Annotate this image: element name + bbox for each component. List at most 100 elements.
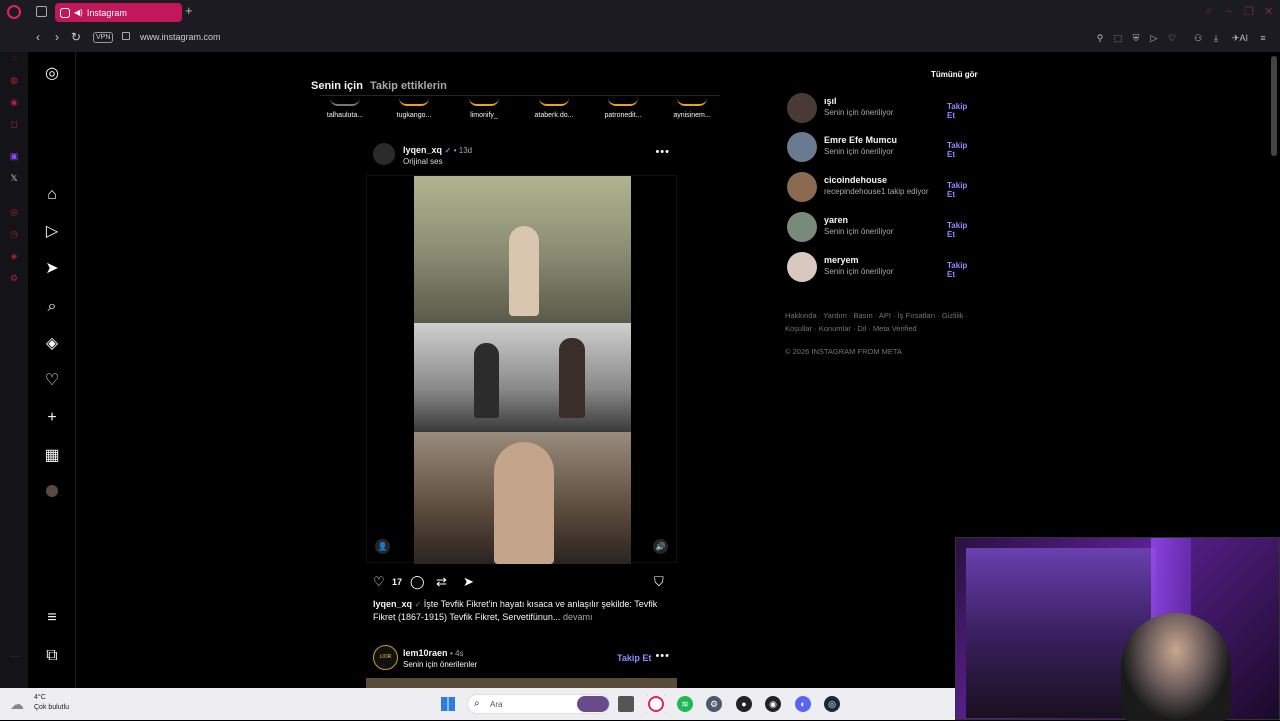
shield-icon[interactable]: ⛨ <box>1130 32 1142 44</box>
explore-icon[interactable]: ◈ <box>43 335 61 353</box>
follow-button[interactable]: Takip Et <box>947 261 977 279</box>
home-icon[interactable]: ⌂ <box>43 186 61 204</box>
extensions-icon[interactable]: ◈ <box>8 250 20 262</box>
vpn-badge[interactable]: VPN <box>93 32 114 43</box>
windows-start-icon[interactable] <box>441 697 455 711</box>
post-audio[interactable]: Orijinal ses <box>403 157 443 166</box>
suggestion-avatar[interactable] <box>787 93 817 123</box>
story-item[interactable]: tugkango... <box>384 98 444 119</box>
page-scrollbar[interactable] <box>1271 56 1277 156</box>
maximize-icon[interactable]: ❐ <box>1244 5 1254 18</box>
notifications-icon[interactable]: ♡ <box>43 372 61 390</box>
footer-links[interactable]: Hakkında · Yardım · Basın · API · İş Fır… <box>785 309 985 335</box>
new-tab-button[interactable]: + <box>185 3 193 18</box>
forward-icon[interactable]: › <box>55 30 59 44</box>
dashboard-icon[interactable]: ▦ <box>43 447 61 465</box>
reels-icon[interactable]: ▷ <box>43 223 61 241</box>
story-item[interactable]: ataberk.do... <box>524 98 584 119</box>
whatsapp-icon[interactable]: ◉ <box>8 96 20 108</box>
heart-bookmark-icon[interactable]: ♡ <box>1166 32 1178 44</box>
suggestion-name[interactable]: ışıl <box>824 96 837 106</box>
post-more-icon[interactable]: ••• <box>655 146 670 158</box>
post-username[interactable]: lyqen_xq ✓ • 13d <box>403 145 472 155</box>
follow-button[interactable]: Takip Et <box>947 141 977 159</box>
suggestion-avatar[interactable] <box>787 212 817 242</box>
follow-button[interactable]: Takip Et <box>947 221 977 239</box>
download-icon[interactable]: ⤓ <box>1210 32 1222 44</box>
ai-button[interactable]: ✈AI <box>1230 32 1250 44</box>
story-item[interactable]: talhauluta... <box>315 98 375 119</box>
discord-icon[interactable]: ◐ <box>795 696 811 712</box>
search-icon[interactable]: ⌕ <box>43 298 61 316</box>
save-icon[interactable]: ⛉ <box>654 574 664 590</box>
post-media[interactable]: 👤 🔊 <box>366 175 677 564</box>
more-side-icon[interactable]: ··· <box>8 650 20 662</box>
close-window-icon[interactable]: ✕ <box>1264 5 1273 18</box>
suggestion-name[interactable]: Emre Efe Mumcu <box>824 135 897 145</box>
profile-icon[interactable]: ⚇ <box>1192 32 1204 44</box>
minimize-icon[interactable]: – <box>1226 5 1232 17</box>
suggestion-avatar[interactable] <box>787 172 817 202</box>
weather-temp[interactable]: 4°C <box>34 694 46 701</box>
more-menu-icon[interactable]: ≡ <box>43 609 61 627</box>
player-side-icon[interactable]: ◎ <box>8 206 20 218</box>
search-tabs-icon[interactable]: ⌕ <box>1206 5 1212 18</box>
tab-for-you[interactable]: Senin için <box>311 80 363 92</box>
tab-instagram[interactable]: ◀) Instagram <box>55 3 182 22</box>
suggestion-name[interactable]: meryem <box>824 255 859 265</box>
weather-condition[interactable]: Çok bulutlu <box>34 704 69 711</box>
story-item[interactable]: aynisinem... <box>662 98 722 119</box>
tagged-user-icon[interactable]: 👤 <box>375 539 390 554</box>
menu-icon[interactable]: ≡ <box>1257 32 1269 44</box>
url-field[interactable]: www.instagram.com <box>140 32 221 42</box>
post2-follow-button[interactable]: Takip Et <box>617 653 651 663</box>
settings-taskbar-icon[interactable]: ⚙ <box>706 696 722 712</box>
cloud-icon[interactable]: ☁ <box>10 696 24 713</box>
suggestion-name[interactable]: cicoindehouse <box>824 175 887 185</box>
caption-username[interactable]: lyqen_xq <box>373 599 412 609</box>
settings-icon[interactable]: ⚙ <box>8 272 20 284</box>
meta-apps-icon[interactable]: ⧉ <box>43 647 61 665</box>
twitch-icon[interactable]: ▣ <box>8 150 20 162</box>
suggestion-avatar[interactable] <box>787 132 817 162</box>
story-item[interactable]: limonify_ <box>454 98 514 119</box>
opera-taskbar-icon[interactable] <box>648 696 664 712</box>
like-icon[interactable]: ♡ <box>373 574 385 590</box>
history-icon[interactable]: ◷ <box>8 228 20 240</box>
volume-icon[interactable]: 🔊 <box>653 539 668 554</box>
speaker-icon[interactable]: ◀) <box>74 8 83 17</box>
search-highlight-icon[interactable] <box>577 696 609 712</box>
lock-icon[interactable] <box>122 32 130 40</box>
opera-logo-icon[interactable] <box>7 5 21 19</box>
post2-media[interactable] <box>366 678 677 688</box>
post2-more-icon[interactable]: ••• <box>655 650 670 662</box>
comment-icon[interactable]: ◯ <box>410 574 425 590</box>
follow-button[interactable]: Takip Et <box>947 102 977 120</box>
profile-avatar[interactable] <box>46 485 58 497</box>
spotify-icon[interactable]: ≋ <box>677 696 693 712</box>
x-twitter-icon[interactable]: 𝕏 <box>8 172 20 184</box>
tab-following[interactable]: Takip ettiklerin <box>370 80 447 92</box>
aria-icon[interactable]: ◌ <box>8 52 20 64</box>
app-notification-icon[interactable]: ● <box>736 696 752 712</box>
create-icon[interactable]: + <box>43 409 61 427</box>
instagram-side-icon[interactable]: ◻ <box>8 118 20 130</box>
caption-more-link[interactable]: devamı <box>563 612 593 622</box>
follow-button[interactable]: Takip Et <box>947 181 977 199</box>
post-avatar[interactable] <box>373 143 395 165</box>
steam-icon[interactable]: ◎ <box>824 696 840 712</box>
pin-icon[interactable]: ⚲ <box>1094 32 1106 44</box>
tab-overview-icon[interactable] <box>36 6 47 17</box>
suggestion-name[interactable]: yaren <box>824 215 848 225</box>
app-location-icon[interactable]: ◉ <box>765 696 781 712</box>
like-count[interactable]: 17 <box>392 577 402 587</box>
messages-icon[interactable]: ➤ <box>43 260 61 278</box>
file-explorer-icon[interactable] <box>618 696 634 712</box>
repost-icon[interactable]: ⇄ <box>436 574 447 590</box>
snapshot-icon[interactable]: ⬚ <box>1112 32 1124 44</box>
reload-icon[interactable]: ↻ <box>71 30 81 44</box>
share-icon[interactable]: ➤ <box>463 574 474 590</box>
instagram-logo-icon[interactable]: ◎ <box>43 65 61 83</box>
story-item[interactable]: patronedit... <box>593 98 653 119</box>
messenger-icon[interactable]: ◍ <box>8 74 20 86</box>
